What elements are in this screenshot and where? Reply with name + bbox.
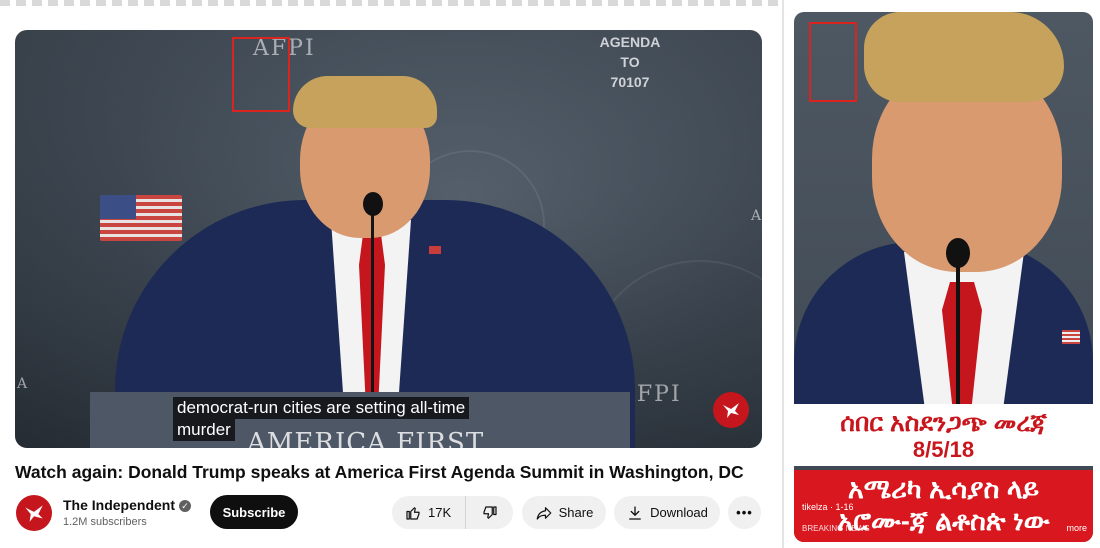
more-actions-button[interactable]: ••• bbox=[728, 496, 761, 529]
flag-pin bbox=[429, 246, 441, 254]
flag-pin bbox=[1062, 330, 1080, 344]
wall-logo-text: A bbox=[751, 208, 762, 224]
short-channel-meta: tikelza · 1-16 bbox=[802, 502, 854, 512]
more-icon: ••• bbox=[736, 505, 753, 520]
video-player[interactable]: AFPI AFPI A A AGENDA TO 70107 AMERICA FI… bbox=[15, 30, 762, 448]
download-button[interactable]: Download bbox=[614, 496, 720, 529]
like-count: 17K bbox=[428, 505, 452, 520]
agenda-sign: AGENDA TO 70107 bbox=[599, 34, 661, 90]
short-headline: ሰበር አስደንጋጭ መረጃ bbox=[840, 409, 1047, 437]
video-title: Watch again: Donald Trump speaks at Amer… bbox=[15, 462, 744, 482]
american-flag bbox=[100, 195, 182, 241]
breaking-news-badge: BREAKING NEWS bbox=[802, 524, 870, 533]
caption-line: democrat-run cities are setting all-time bbox=[173, 397, 470, 419]
channel-name-link[interactable]: The Independent ✓ bbox=[63, 497, 191, 513]
subscriber-count: 1.2M subscribers bbox=[63, 516, 147, 528]
channel-name: The Independent bbox=[63, 497, 175, 513]
short-headline-date: 8/5/18 bbox=[912, 437, 975, 462]
highlight-box bbox=[809, 22, 857, 102]
channel-watermark-icon bbox=[713, 392, 749, 428]
share-icon bbox=[536, 506, 551, 520]
thumbs-down-icon bbox=[482, 505, 497, 519]
dislike-button[interactable] bbox=[466, 496, 513, 529]
like-dislike-group: 17K bbox=[392, 496, 513, 529]
column-divider bbox=[782, 0, 784, 548]
channel-avatar[interactable] bbox=[16, 495, 52, 531]
eagle-icon bbox=[25, 505, 43, 522]
highlight-box bbox=[232, 37, 290, 112]
like-button[interactable]: 17K bbox=[392, 496, 466, 529]
video-frame: AFPI AFPI A A AGENDA TO 70107 AMERICA FI… bbox=[15, 30, 762, 448]
download-label: Download bbox=[650, 505, 708, 520]
caption-line: murder bbox=[173, 419, 235, 441]
short-more-link[interactable]: more bbox=[1066, 523, 1087, 533]
verified-check-icon: ✓ bbox=[179, 500, 191, 512]
related-short-card[interactable]: ሰበር አስደንጋጭ መረጃ 8/5/18 አሜሪካ ኢሳያስ ላይ አሮሙ-ጃ… bbox=[794, 12, 1093, 542]
closed-caption: democrat-run cities are setting all-time… bbox=[173, 397, 470, 441]
share-label: Share bbox=[558, 505, 594, 520]
top-loading-bar bbox=[0, 0, 784, 6]
wall-logo-text: A bbox=[17, 376, 30, 392]
share-button[interactable]: Share bbox=[522, 496, 606, 529]
download-icon bbox=[629, 505, 641, 520]
thumbs-up-icon bbox=[406, 506, 420, 520]
subscribe-button[interactable]: Subscribe bbox=[210, 495, 298, 529]
